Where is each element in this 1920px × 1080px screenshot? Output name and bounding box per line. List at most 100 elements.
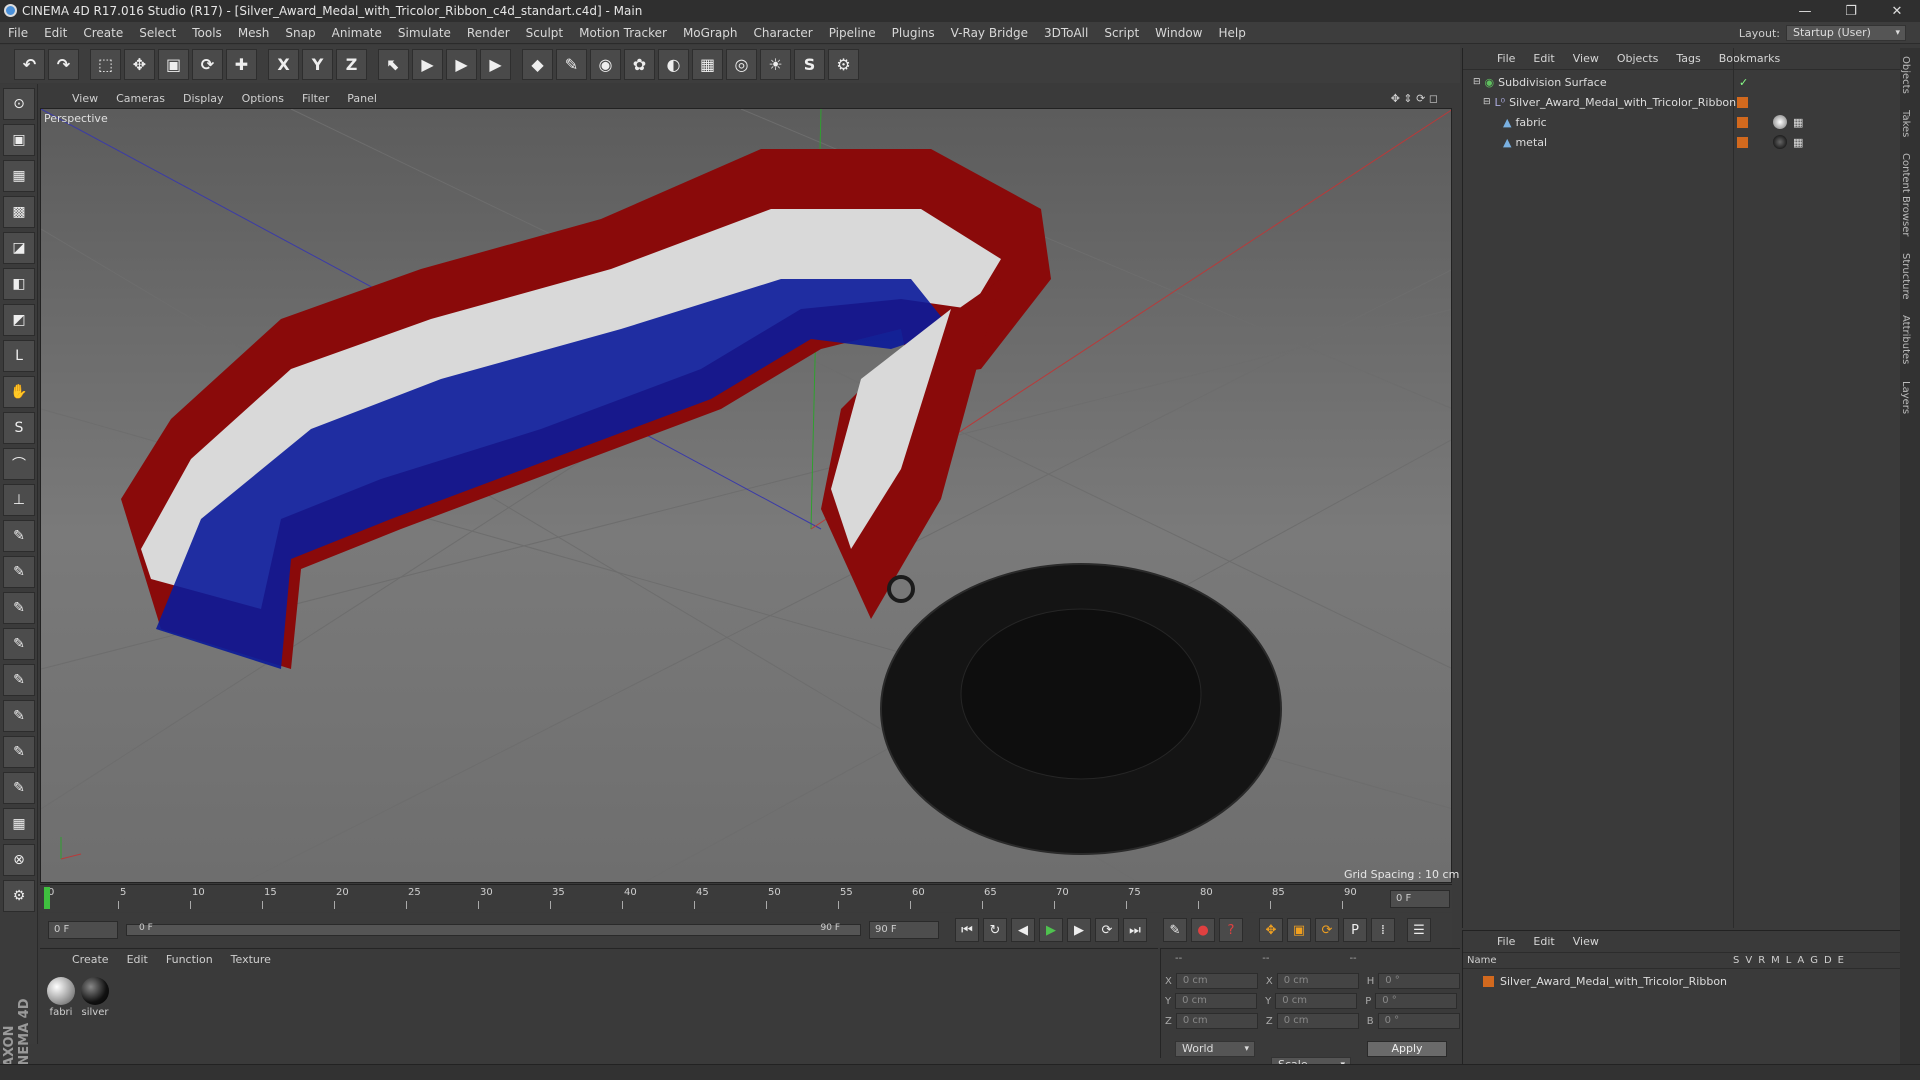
- layout-dropdown[interactable]: Startup (User): [1786, 25, 1906, 41]
- param-key-icon[interactable]: P: [1343, 918, 1367, 942]
- material-silver[interactable]: silver: [80, 977, 110, 1018]
- object-row-fabric[interactable]: ▲ fabric ▦: [1463, 112, 1901, 132]
- playhead[interactable]: [44, 887, 50, 909]
- toolbar-button-icon[interactable]: ▶: [412, 48, 443, 80]
- toolbar-button-icon[interactable]: ✿: [624, 48, 655, 80]
- material-tag-icon[interactable]: [1773, 115, 1787, 129]
- toolbar-button-icon[interactable]: ⚙: [828, 48, 859, 80]
- coord-field[interactable]: 0 cm: [1175, 993, 1258, 1009]
- material-menu-create[interactable]: Create: [64, 953, 117, 966]
- go-to-start-icon[interactable]: ⏮: [955, 918, 979, 942]
- menu-sculpt[interactable]: Sculpt: [518, 26, 571, 40]
- minimize-button[interactable]: —: [1782, 0, 1828, 22]
- record-icon[interactable]: ●: [1191, 918, 1215, 942]
- menu-pipeline[interactable]: Pipeline: [821, 26, 884, 40]
- left-tool-icon[interactable]: ▩: [3, 196, 35, 228]
- side-tab-structure[interactable]: Structure: [1900, 245, 1911, 308]
- material-menu-function[interactable]: Function: [158, 953, 221, 966]
- left-tool-icon[interactable]: ◩: [3, 304, 35, 336]
- left-tool-icon[interactable]: ✎: [3, 664, 35, 696]
- left-tool-icon[interactable]: ✎: [3, 736, 35, 768]
- step-back-icon[interactable]: ◀: [1011, 918, 1035, 942]
- left-tool-icon[interactable]: S: [3, 412, 35, 444]
- layer-menu-file[interactable]: File: [1489, 935, 1523, 948]
- viewport-menu-display[interactable]: Display: [175, 92, 232, 105]
- left-tool-icon[interactable]: ✎: [3, 772, 35, 804]
- layer-column-r[interactable]: R: [1758, 955, 1765, 966]
- material-fabric[interactable]: fabri: [46, 977, 76, 1018]
- left-tool-icon[interactable]: ⚙: [3, 880, 35, 912]
- object-row-metal[interactable]: ▲ metal ▦: [1463, 132, 1901, 152]
- menu-tools[interactable]: Tools: [184, 26, 230, 40]
- menu-edit[interactable]: Edit: [36, 26, 75, 40]
- menu-v-ray-bridge[interactable]: V-Ray Bridge: [943, 26, 1036, 40]
- menu-window[interactable]: Window: [1147, 26, 1210, 40]
- layer-column-s[interactable]: S: [1733, 955, 1739, 966]
- left-tool-icon[interactable]: ◧: [3, 268, 35, 300]
- viewport-nav-icons[interactable]: ✥ ⇕ ⟳ ◻: [1391, 92, 1438, 105]
- toolbar-button-icon[interactable]: ◐: [658, 48, 689, 80]
- rotate-key-icon[interactable]: ⟳: [1315, 918, 1339, 942]
- material-menu-texture[interactable]: Texture: [223, 953, 279, 966]
- object-menu-bookmarks[interactable]: Bookmarks: [1711, 52, 1788, 65]
- toolbar-button-icon[interactable]: S: [794, 48, 825, 80]
- toolbar-button-icon[interactable]: ▶: [480, 48, 511, 80]
- autokey-icon[interactable]: ?: [1219, 918, 1243, 942]
- material-tag-icon[interactable]: [1773, 135, 1787, 149]
- object-row-subdivision[interactable]: ⊟ ◉ Subdivision Surface ✓: [1463, 72, 1901, 92]
- toolbar-button-icon[interactable]: ◆: [522, 48, 553, 80]
- texture-tag-icon[interactable]: ▦: [1793, 136, 1803, 149]
- object-menu-edit[interactable]: Edit: [1525, 52, 1562, 65]
- 3d-viewport[interactable]: [40, 108, 1452, 883]
- texture-tag-icon[interactable]: ▦: [1793, 116, 1803, 129]
- layer-column-g[interactable]: G: [1810, 955, 1818, 966]
- toolbar-button-icon[interactable]: ▣: [158, 48, 189, 80]
- left-tool-icon[interactable]: L: [3, 340, 35, 372]
- layer-row[interactable]: Silver_Award_Medal_with_Tricolor_Ribbon: [1463, 971, 1901, 991]
- enable-check-icon[interactable]: ✓: [1739, 76, 1748, 89]
- menu-script[interactable]: Script: [1096, 26, 1147, 40]
- object-menu-tags[interactable]: Tags: [1668, 52, 1708, 65]
- left-tool-icon[interactable]: ✎: [3, 556, 35, 588]
- left-tool-icon[interactable]: ⊗: [3, 844, 35, 876]
- timeline-settings-icon[interactable]: ☰: [1407, 918, 1431, 942]
- left-tool-icon[interactable]: ▣: [3, 124, 35, 156]
- viewport-menu-view[interactable]: View: [64, 92, 106, 105]
- loop-icon[interactable]: ↻: [983, 918, 1007, 942]
- start-frame-field[interactable]: 0 F: [48, 921, 118, 939]
- viewport-menu-filter[interactable]: Filter: [294, 92, 337, 105]
- viewport-menu-panel[interactable]: Panel: [339, 92, 385, 105]
- toolbar-button-icon[interactable]: ⬉: [378, 48, 409, 80]
- left-tool-icon[interactable]: ▦: [3, 808, 35, 840]
- layer-column-l[interactable]: L: [1786, 955, 1792, 966]
- layer-column-e[interactable]: E: [1838, 955, 1844, 966]
- left-tool-icon[interactable]: ✎: [3, 700, 35, 732]
- object-menu-file[interactable]: File: [1489, 52, 1523, 65]
- end-frame-field[interactable]: 90 F: [869, 921, 939, 939]
- coord-field[interactable]: 0 cm: [1276, 973, 1359, 989]
- keyframe-icon[interactable]: ✎: [1163, 918, 1187, 942]
- pla-key-icon[interactable]: ⁞: [1371, 918, 1395, 942]
- layer-menu-edit[interactable]: Edit: [1525, 935, 1562, 948]
- close-button[interactable]: ✕: [1874, 0, 1920, 22]
- left-tool-icon[interactable]: ▦: [3, 160, 35, 192]
- left-tool-icon[interactable]: ⌒: [3, 448, 35, 480]
- left-tool-icon[interactable]: ✎: [3, 520, 35, 552]
- play-icon[interactable]: ▶: [1039, 918, 1063, 942]
- current-frame-field[interactable]: 0 F: [1390, 890, 1450, 908]
- menu-create[interactable]: Create: [75, 26, 131, 40]
- move-key-icon[interactable]: ✥: [1259, 918, 1283, 942]
- side-tab-objects[interactable]: Objects: [1900, 48, 1911, 102]
- side-tab-attributes[interactable]: Attributes: [1900, 307, 1911, 372]
- collapse-icon[interactable]: ⊟: [1473, 77, 1481, 87]
- toolbar-button-icon[interactable]: ▶: [446, 48, 477, 80]
- object-row-medal[interactable]: ⊟ L⁰ Silver_Award_Medal_with_Tricolor_Ri…: [1463, 92, 1901, 112]
- toolbar-button-icon[interactable]: ✚: [226, 48, 257, 80]
- toolbar-button-icon[interactable]: ✎: [556, 48, 587, 80]
- coord-field[interactable]: 0 cm: [1276, 1013, 1359, 1029]
- layer-column-m[interactable]: M: [1771, 955, 1780, 966]
- menu-select[interactable]: Select: [131, 26, 184, 40]
- menu-snap[interactable]: Snap: [277, 26, 323, 40]
- coord-field[interactable]: 0 cm: [1175, 1013, 1258, 1029]
- menu-file[interactable]: File: [0, 26, 36, 40]
